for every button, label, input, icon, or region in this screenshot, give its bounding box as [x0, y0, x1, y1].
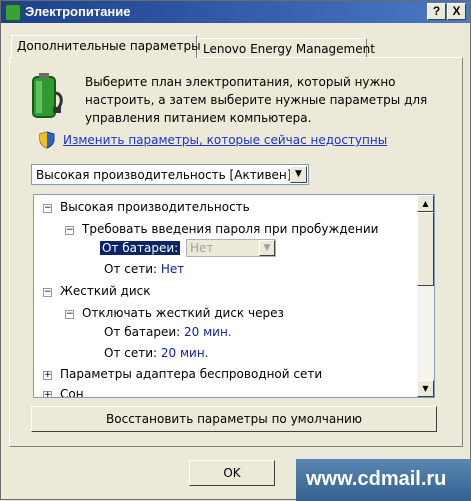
- on-ac-value: Нет: [160, 262, 185, 276]
- tab-label: Lenovo Energy Management: [203, 42, 375, 56]
- tab-lenovo-energy[interactable]: Lenovo Energy Management: [197, 38, 375, 58]
- scroll-up-icon[interactable]: ▲: [417, 195, 434, 212]
- collapse-toggle-icon[interactable]: −: [43, 288, 52, 297]
- disk-battery-value: 20 мин.: [184, 325, 232, 339]
- uac-shield-icon: [39, 131, 55, 149]
- chevron-down-icon[interactable]: ▼: [259, 240, 275, 256]
- tree-item-disk-battery[interactable]: От батареи: 20 мин.: [104, 323, 232, 341]
- tab-label: Дополнительные параметры: [17, 39, 201, 53]
- expand-toggle-icon[interactable]: +: [43, 391, 52, 397]
- collapse-toggle-icon[interactable]: −: [65, 310, 74, 319]
- power-app-icon: [5, 4, 21, 21]
- tree-item-on-ac[interactable]: От сети: Нет: [104, 260, 184, 278]
- watermark-banner: www.cdmail.ru: [296, 459, 471, 501]
- close-button[interactable]: X: [447, 3, 466, 20]
- tab-advanced-settings[interactable]: Дополнительные параметры: [11, 35, 201, 58]
- tree-item-on-battery[interactable]: От батареи:: [100, 239, 181, 257]
- tree-item-disk-off[interactable]: Отключать жесткий диск через: [82, 304, 284, 322]
- tree-item-password[interactable]: Требовать введения пароля при пробуждени…: [82, 220, 378, 238]
- power-plan-select[interactable]: Высокая производительность [Активен] ▼: [31, 164, 309, 185]
- watermark-text: www.cdmail.ru: [306, 468, 447, 490]
- window-title: Электропитание: [25, 4, 131, 19]
- collapse-toggle-icon[interactable]: −: [43, 204, 52, 213]
- on-ac-label: От сети:: [104, 262, 158, 276]
- scroll-down-icon[interactable]: ▼: [417, 380, 434, 397]
- tree-scrollbar[interactable]: ▲ ▼: [417, 195, 434, 397]
- settings-tree[interactable]: − Высокая производительность − Требовать…: [33, 194, 435, 398]
- ok-button[interactable]: OK: [189, 460, 275, 486]
- tree-item-disk-ac[interactable]: От сети: 20 мин.: [104, 344, 209, 362]
- on-battery-label: От батареи:: [100, 241, 181, 255]
- collapse-toggle-icon[interactable]: −: [65, 226, 74, 235]
- scrollbar-thumb[interactable]: [417, 212, 434, 286]
- tree-item-hard-disk[interactable]: Жесткий диск: [60, 282, 151, 300]
- change-unavailable-settings-link[interactable]: Изменить параметры, которые сейчас недос…: [63, 133, 387, 147]
- power-options-window: Электропитание ? X Дополнительные параме…: [0, 0, 471, 501]
- title-bar[interactable]: Электропитание ? X: [1, 1, 470, 23]
- disk-ac-value: 20 мин.: [160, 346, 209, 360]
- battery-plug-icon: [32, 73, 63, 118]
- help-button[interactable]: ?: [427, 3, 446, 20]
- on-battery-value: Нет: [190, 241, 214, 255]
- expand-toggle-icon[interactable]: +: [43, 371, 52, 380]
- description-text: Выберите план электропитания, который ну…: [85, 75, 428, 125]
- tree-item-plan[interactable]: Высокая производительность: [60, 198, 250, 216]
- tree-item-sleep[interactable]: Сон: [60, 385, 84, 397]
- disk-ac-label: От сети:: [104, 346, 158, 360]
- restore-defaults-button[interactable]: Восстановить параметры по умолчанию: [31, 406, 437, 432]
- disk-battery-label: От батареи:: [104, 325, 181, 339]
- on-battery-select[interactable]: Нет ▼: [186, 239, 276, 257]
- tree-item-wireless[interactable]: Параметры адаптера беспроводной сети: [60, 365, 322, 383]
- chevron-down-icon[interactable]: ▼: [290, 166, 307, 183]
- power-plan-value: Высокая производительность [Активен]: [36, 168, 292, 182]
